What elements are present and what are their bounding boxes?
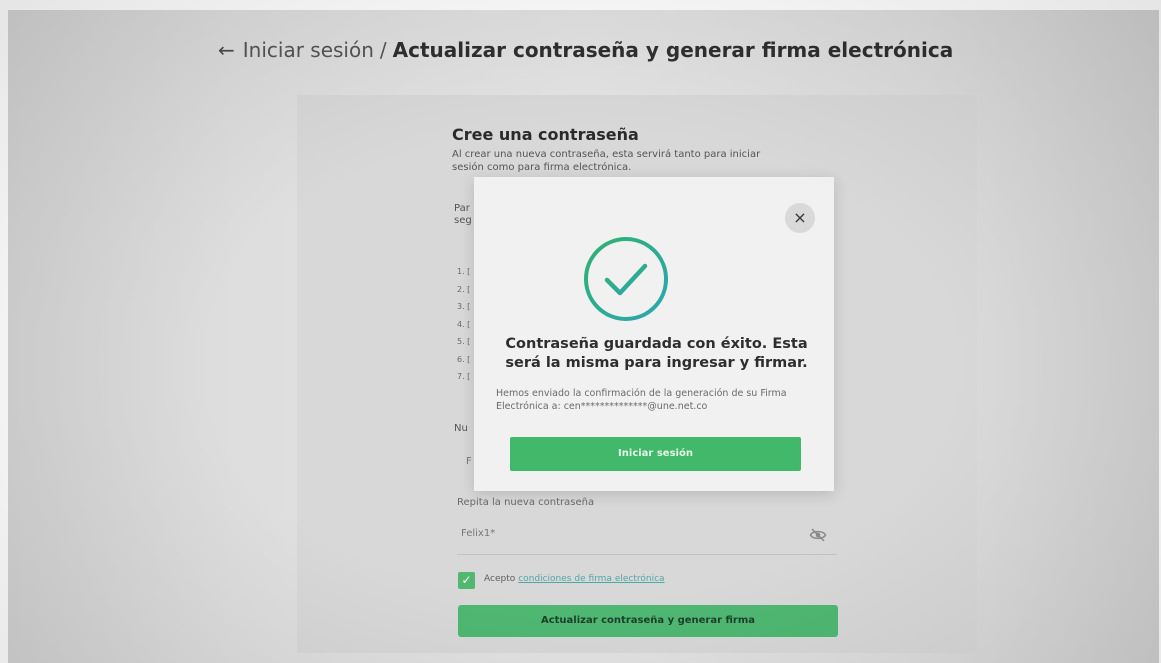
eye-off-icon[interactable]	[809, 526, 827, 544]
terms-text: Acepto condiciones de firma electrónica	[484, 574, 665, 584]
page-title: Actualizar contraseña y generar firma el…	[392, 38, 954, 62]
new-password-field[interactable]: F	[466, 456, 472, 467]
photo-border-left	[0, 0, 8, 663]
success-modal: × Contraseña guardada con éxito. Esta se…	[474, 177, 834, 491]
rule-item: 2. [	[457, 284, 471, 294]
breadcrumb-separator: /	[379, 38, 387, 62]
terms-link[interactable]: condiciones de firma electrónica	[518, 574, 664, 584]
password-form: Cree una contraseña Al crear una nueva c…	[452, 125, 842, 467]
login-button[interactable]: Iniciar sesión	[510, 437, 801, 471]
photo-border-top	[0, 0, 1161, 10]
new-password-label: Nu	[454, 423, 468, 434]
repeat-password-field[interactable]: Felix1*	[457, 516, 837, 555]
rule-item: 6. [	[457, 354, 471, 364]
modal-description: Hemos enviado la confirmación de la gene…	[496, 388, 787, 412]
back-arrow-icon[interactable]: ←	[218, 38, 235, 62]
repeat-password-label: Repita la nueva contraseña	[457, 497, 595, 508]
requirements-intro-partial: Par seg	[454, 203, 472, 226]
breadcrumb-login-link[interactable]: Iniciar sesión	[243, 38, 374, 62]
rule-item: 4. [	[457, 319, 471, 329]
form-heading: Cree una contraseña	[452, 125, 639, 144]
rule-item: 3. [	[457, 302, 471, 311]
close-icon[interactable]: ×	[785, 203, 815, 233]
password-rules-list: 1. [ 2. [ 3. [ 4. [ 5. [ 6. [ 7. [	[457, 263, 470, 386]
rule-item: 5. [	[457, 337, 471, 346]
repeat-password-value[interactable]: Felix1*	[461, 528, 495, 539]
update-password-button[interactable]: Actualizar contraseña y generar firma	[458, 605, 838, 637]
modal-title: Contraseña guardada con éxito. Esta será…	[505, 336, 808, 371]
rule-item: 1. [	[457, 267, 471, 276]
terms-checkbox[interactable]: ✓	[458, 572, 475, 589]
page-header: ← Iniciar sesión / Actualizar contraseña…	[218, 38, 953, 62]
form-intro: Al crear una nueva contraseña, esta serv…	[452, 149, 761, 173]
check-circle-icon	[584, 237, 668, 321]
rule-item: 7. [	[457, 372, 471, 381]
